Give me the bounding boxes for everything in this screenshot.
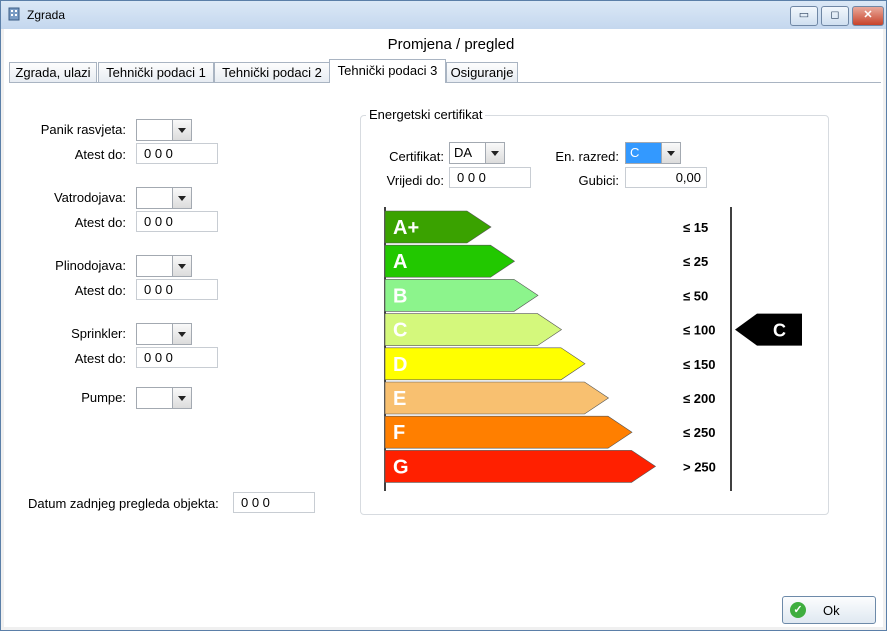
selected-class-marker-label: C — [773, 321, 786, 341]
ok-button[interactable]: ✓ Ok — [782, 596, 876, 624]
vatrodojava-atest-label: Atest do: — [74, 215, 126, 230]
main-window: Zgrada ▭ ◻ ✕ Promjena / pregled Zgrada, … — [0, 0, 887, 631]
energy-limit-label-3: ≤ 50 — [683, 288, 708, 303]
certifikat-value: DA — [454, 145, 473, 160]
vatrodojava-atest-field[interactable]: 0 0 0 — [136, 211, 218, 232]
chevron-down-icon[interactable] — [172, 388, 191, 408]
window-title: Zgrada — [27, 8, 66, 22]
energy-class-bar-5 — [384, 347, 586, 381]
vatrodojava-label: Vatrodojava: — [53, 190, 126, 205]
datum-pregleda-label: Datum zadnjeg pregleda objekta: — [28, 496, 219, 511]
en-razred-select[interactable]: C — [625, 142, 681, 164]
energy-class-label-1: A+ — [393, 217, 419, 239]
sprinkler-atest-label: Atest do: — [74, 351, 126, 366]
vatrodojava-select[interactable] — [136, 187, 192, 209]
vrijedi-do-label: Vrijedi do: — [386, 173, 444, 188]
minimize-button[interactable]: ▭ — [790, 6, 818, 26]
panik-rasvjeta-select[interactable] — [136, 119, 192, 141]
building-icon — [8, 7, 20, 21]
panik-atest-label: Atest do: — [74, 147, 126, 162]
energy-class-label-3: B — [393, 285, 407, 307]
plinodojava-atest-label: Atest do: — [74, 283, 126, 298]
energy-class-label-5: D — [393, 354, 407, 376]
chevron-down-icon[interactable] — [172, 120, 191, 140]
energy-class-bar-4 — [384, 313, 563, 346]
close-button[interactable]: ✕ — [852, 6, 884, 26]
ok-label: Ok — [823, 603, 840, 618]
plinodojava-select[interactable] — [136, 255, 192, 277]
energy-class-bar-7 — [384, 415, 633, 449]
tab-zgrada-ulazi[interactable]: Zgrada, ulazi — [9, 62, 97, 82]
energy-class-bar-6 — [384, 381, 610, 415]
en-razred-value: C — [630, 145, 640, 160]
energy-limit-label-2: ≤ 25 — [683, 254, 708, 269]
chevron-down-icon[interactable] — [485, 143, 504, 163]
energy-class-label-7: F — [393, 422, 405, 444]
energy-class-bar-3 — [384, 279, 539, 312]
energy-class-bar-8 — [384, 450, 657, 483]
energy-limit-label-1: ≤ 15 — [683, 220, 708, 235]
pumpe-label: Pumpe: — [81, 390, 126, 405]
energy-limit-label-5: ≤ 150 — [683, 357, 715, 372]
energy-limit-label-8: > 250 — [683, 459, 716, 474]
chevron-down-icon[interactable] — [661, 143, 680, 163]
selected-class-marker — [735, 313, 802, 346]
gubici-label: Gubici: — [578, 173, 619, 188]
energy-limit-label-6: ≤ 200 — [683, 391, 715, 406]
certifikat-select[interactable]: DA — [449, 142, 505, 164]
tab-tehnicki-podaci-2[interactable]: Tehnički podaci 2 — [214, 62, 330, 82]
energy-class-scale: A+ ≤ 15A ≤ 25B ≤ 50C ≤ 100 CD ≤ 150E ≤ 200F ≤ 25… — [384, 207, 802, 491]
chevron-down-icon[interactable] — [172, 324, 191, 344]
maximize-button[interactable]: ◻ — [821, 6, 849, 26]
energy-class-label-2: A — [393, 251, 407, 273]
plinodojava-label: Plinodojava: — [55, 258, 126, 273]
datum-pregleda-field[interactable]: 0 0 0 — [233, 492, 315, 513]
energy-class-label-8: G — [393, 456, 409, 478]
tab-osiguranje[interactable]: Osiguranje — [446, 62, 518, 82]
chevron-down-icon[interactable] — [172, 188, 191, 208]
certifikat-label: Certifikat: — [389, 149, 444, 164]
energy-class-label-6: E — [393, 388, 406, 410]
energy-class-label-4: C — [393, 320, 407, 342]
panik-rasvjeta-label: Panik rasvjeta: — [40, 122, 126, 137]
check-icon: ✓ — [790, 602, 806, 618]
title-bar: Zgrada ▭ ◻ ✕ — [1, 1, 886, 29]
energetski-certifikat-title: Energetski certifikat — [366, 107, 486, 122]
energy-limit-label-4: ≤ 100 — [683, 323, 715, 338]
vrijedi-do-field[interactable]: 0 0 0 — [449, 167, 531, 188]
sprinkler-label: Sprinkler: — [71, 326, 126, 341]
chevron-down-icon[interactable] — [172, 256, 191, 276]
sprinkler-select[interactable] — [136, 323, 192, 345]
page-title: Promjena / pregled — [387, 36, 515, 53]
panik-atest-field[interactable]: 0 0 0 — [136, 143, 218, 164]
tab-tehnicki-podaci-1[interactable]: Tehnički podaci 1 — [98, 62, 214, 82]
sprinkler-atest-field[interactable]: 0 0 0 — [136, 347, 218, 368]
tab-tehnicki-podaci-3[interactable]: Tehnički podaci 3 — [329, 59, 446, 83]
gubici-field[interactable]: 0,00 — [625, 167, 707, 188]
plinodojava-atest-field[interactable]: 0 0 0 — [136, 279, 218, 300]
pumpe-select[interactable] — [136, 387, 192, 409]
energy-limit-label-7: ≤ 250 — [683, 425, 715, 440]
en-razred-label: En. razred: — [555, 149, 619, 164]
